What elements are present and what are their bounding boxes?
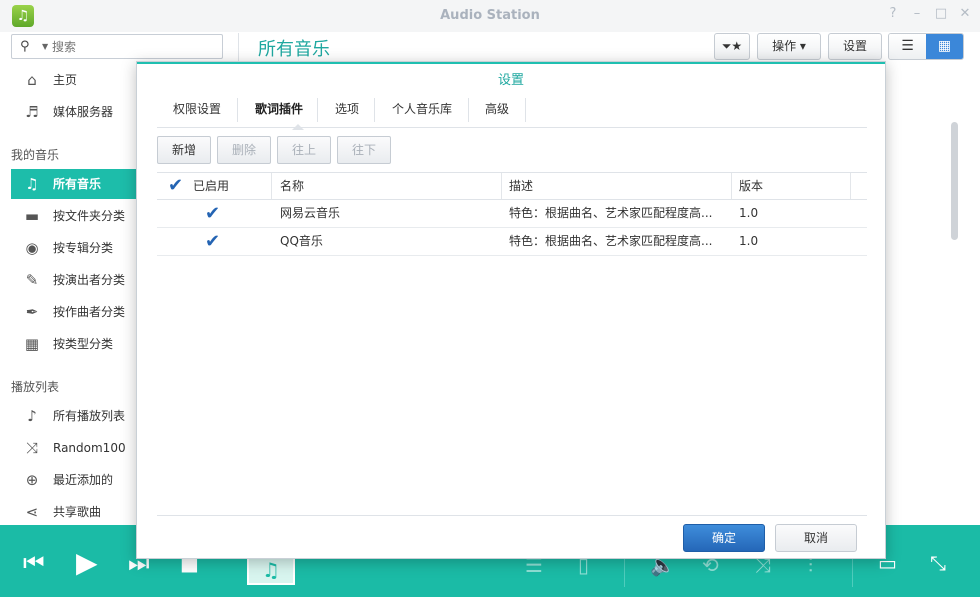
tab-lyrics-plugins[interactable]: 歌词插件 [255,96,303,127]
plus-circle-icon: ⊕ [25,471,39,489]
column-description[interactable]: 描述 [509,173,533,199]
view-toggle: ☰ ▦ [888,33,964,60]
tab-advanced[interactable]: 高级 [485,96,509,127]
plugin-version: 1.0 [739,206,759,220]
dialog-tabs: 权限设置 歌词插件 选项 个人音乐库 高级 [157,96,867,130]
sidebar-group-my-music: 我的音乐 [11,148,60,162]
enabled-checkbox[interactable]: ✔ [205,205,223,223]
minimize-icon[interactable]: – [910,6,924,21]
table-header: ✔ 已启用 名称 描述 版本 [157,172,867,200]
window-title: Audio Station [440,8,540,23]
column-enabled[interactable]: 已启用 [193,173,229,199]
operations-button[interactable]: 操作 ▾ [757,33,821,60]
media-server-icon: ♬ [25,103,39,121]
play-icon[interactable]: ▶ [76,549,98,577]
tab-divider [374,98,375,122]
sidebar-group-playlist: 播放列表 [11,380,60,394]
window-controls: ? – □ ✕ [886,6,972,21]
delete-button[interactable]: 删除 [217,136,271,164]
plugin-name: 网易云音乐 [280,206,341,220]
album-cover: ♫ [247,555,295,585]
search-box[interactable]: ⚲ ▼ [11,34,223,59]
collapse-icon[interactable]: ⤡ [930,553,946,573]
tab-divider [525,98,526,122]
column-divider [501,173,502,199]
page-title: 所有音乐 [258,39,330,60]
column-version[interactable]: 版本 [739,173,763,199]
tab-divider [237,98,238,122]
select-all-checkbox[interactable]: ✔ [168,177,186,195]
plugin-name: QQ音乐 [280,234,323,248]
plugin-version: 1.0 [739,234,759,248]
table-row[interactable]: ✔ QQ音乐 特色：根据曲名、艺术家匹配程度高... 1.0 [157,228,867,256]
title-bar: ♫ Audio Station ? – □ ✕ [0,0,980,32]
sidebar-item-media-server[interactable]: ♬ 媒体服务器 [11,97,136,127]
microphone-icon: ✎ [25,271,39,289]
tab-options[interactable]: 选项 [335,96,359,127]
search-icon[interactable]: ⚲ [20,39,30,54]
sidebar-item-home[interactable]: ⌂ 主页 [11,65,136,95]
active-tab-indicator [292,124,304,130]
album-icon: ◉ [25,239,39,257]
music-note-icon: ♫ [25,175,39,193]
sidebar-item-by-album[interactable]: ◉ 按专辑分类 [11,233,136,263]
scrollbar-thumb[interactable] [951,122,958,240]
music-note-icon: ♫ [262,558,280,582]
filter-button[interactable]: ⏷★ [714,33,750,60]
dialog-title: 设置 [137,62,885,96]
sidebar-item-by-composer[interactable]: ✒ 按作曲者分类 [11,297,136,327]
move-down-button[interactable]: 往下 [337,136,391,164]
previous-track-icon[interactable]: ⏮ [23,551,45,575]
sidebar-item-all-music[interactable]: ♫ 所有音乐 [11,169,136,199]
settings-dialog: 设置 权限设置 歌词插件 选项 个人音乐库 高级 新增 删除 往上 往下 ✔ 已… [136,61,886,559]
pen-icon: ✒ [25,303,39,321]
home-icon: ⌂ [27,71,37,89]
close-icon[interactable]: ✕ [958,6,972,21]
maximize-icon[interactable]: □ [934,6,948,21]
share-icon: ⋖ [25,503,39,521]
list-view-icon[interactable]: ☰ [889,34,926,59]
sidebar-item-by-artist[interactable]: ✎ 按演出者分类 [11,265,136,295]
chevron-down-icon[interactable]: ▼ [42,42,48,51]
cancel-button[interactable]: 取消 [775,524,857,552]
grid-view-icon[interactable]: ▦ [926,34,963,59]
table-row[interactable]: ✔ 网易云音乐 特色：根据曲名、艺术家匹配程度高... 1.0 [157,200,867,228]
sidebar-item-by-genre[interactable]: ▦ 按类型分类 [11,329,136,359]
ok-button[interactable]: 确定 [683,524,765,552]
sidebar: ⌂ 主页 ♬ 媒体服务器 我的音乐 ♫ 所有音乐 ▬ 按文件夹分类 ◉ 按专辑分… [0,62,136,525]
tab-divider [468,98,469,122]
enabled-checkbox[interactable]: ✔ [205,233,223,251]
move-up-button[interactable]: 往上 [277,136,331,164]
column-divider [271,173,272,199]
help-icon[interactable]: ? [886,6,900,21]
sidebar-item-recently-added[interactable]: ⊕ 最近添加的 [11,465,136,495]
plugin-description: 特色：根据曲名、艺术家匹配程度高... [509,234,713,248]
sidebar-item-shared-songs[interactable]: ⋖ 共享歌曲 [11,497,136,527]
tab-personal-library[interactable]: 个人音乐库 [392,96,452,127]
column-divider [850,173,851,199]
dialog-footer-divider [157,515,867,516]
search-input[interactable] [52,38,212,55]
sidebar-item-random100[interactable]: ⤨ Random100 [11,433,136,463]
playlist-icon: ♪ [27,407,37,425]
plugin-description: 特色：根据曲名、艺术家匹配程度高... [509,206,713,220]
tab-divider [317,98,318,122]
tab-permissions[interactable]: 权限设置 [173,96,221,127]
grid-icon: ▦ [24,335,40,353]
toolbar-divider [238,33,239,61]
sidebar-item-all-playlists[interactable]: ♪ 所有播放列表 [11,401,136,431]
settings-button[interactable]: 设置 [828,33,882,60]
filter-icon: ⏷★ [721,39,743,53]
shuffle-icon: ⤨ [25,439,38,457]
add-button[interactable]: 新增 [157,136,211,164]
column-name[interactable]: 名称 [280,173,304,199]
sidebar-item-by-folder[interactable]: ▬ 按文件夹分类 [11,201,136,231]
column-divider [731,173,732,199]
folder-icon: ▬ [24,207,40,225]
